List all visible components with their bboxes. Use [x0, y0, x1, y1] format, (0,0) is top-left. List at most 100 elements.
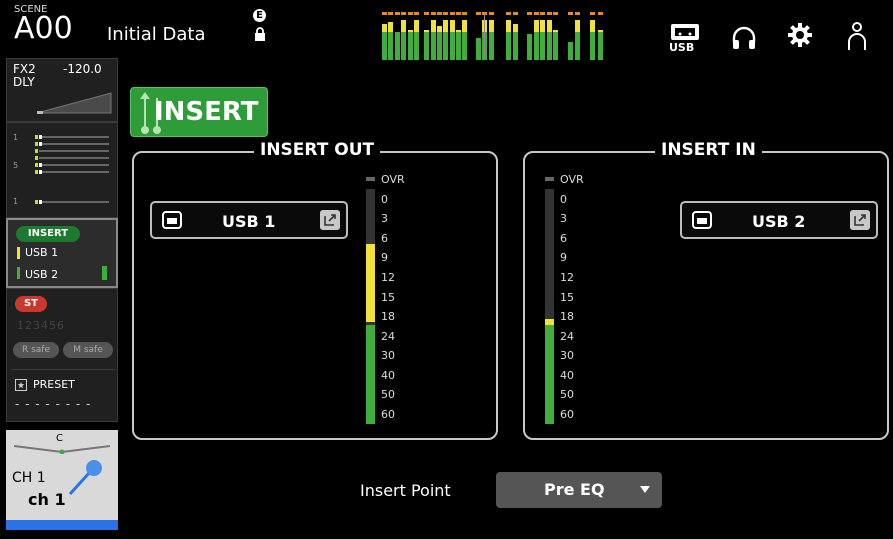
insert-in-meter-scale-label: 18: [560, 310, 574, 324]
insert-in-port-label: USB 2: [25, 268, 59, 281]
header-meter: [534, 12, 539, 60]
insert-in-port-button[interactable]: USB 2: [680, 201, 878, 239]
channel-id: CH 1: [12, 470, 46, 486]
insert-in-meter-green-fill: [545, 325, 554, 424]
insert-button[interactable]: INSERT: [130, 87, 268, 137]
insert-in-port-label: USB 2: [752, 212, 806, 231]
insert-in-meter-scale-label: 60: [560, 408, 574, 421]
insert-out-meter-scale-label: 24: [381, 329, 395, 343]
insert-in-meter-scale-label: 3: [560, 212, 567, 226]
header-meter: [395, 12, 400, 60]
insert-out-meter-ovr-lamp: [366, 177, 375, 181]
pan-graph: [14, 445, 110, 454]
header-meter: [388, 12, 393, 60]
insert-out-meter-scale-label: 0: [381, 192, 388, 206]
external-edit-icon[interactable]: [850, 210, 870, 230]
usb-port-icon: [162, 211, 182, 229]
header-meter: [450, 12, 455, 60]
gear-icon[interactable]: [787, 22, 813, 48]
user-icon[interactable]: [846, 22, 868, 52]
insert-point-value: Pre EQ: [544, 480, 605, 499]
insert-out-meter-scale-label: 18: [381, 310, 395, 324]
insert-out-port-label: USB 1: [25, 246, 59, 259]
insert-point-dropdown[interactable]: Pre EQ: [496, 472, 662, 508]
insert-in-meter-scale-label: 12: [560, 270, 574, 284]
preset-label[interactable]: PRESET: [33, 378, 75, 391]
fx-send-ramp: [37, 92, 112, 114]
header-meter: [462, 12, 467, 60]
bus-send-box[interactable]: 1 5 1: [6, 122, 118, 218]
chevron-down-icon: [640, 486, 650, 493]
usb-icon[interactable]: USB: [666, 22, 704, 52]
insert-out-indicator: [17, 247, 20, 259]
insert-out-meter-scale-label: 12: [381, 270, 395, 284]
divider: [11, 369, 115, 370]
header-meter: [476, 12, 481, 60]
insert-in-meter-scale-label: 50: [560, 388, 574, 402]
header-meter: [424, 12, 429, 60]
insert-out-meter-scale-label: OVR: [381, 173, 405, 186]
channel-name: ch 1: [28, 490, 66, 509]
insert-in-meter-scale-label: 0: [560, 192, 567, 206]
insert-in-title: INSERT IN: [655, 140, 762, 160]
insert-out-meter-scale-label: 60: [381, 408, 395, 421]
header-meter: [553, 12, 558, 60]
insert-point-label: Insert Point: [360, 481, 451, 500]
fx-sub-label: DLY: [13, 75, 35, 89]
insert-out-meter-scale-label: 50: [381, 388, 395, 402]
e-badge-icon: E: [253, 9, 266, 22]
header-meter: [506, 12, 511, 60]
recall-safe-pill[interactable]: R safe: [13, 342, 59, 358]
microphone-icon: [68, 460, 102, 496]
insert-in-meter-scale-label: 30: [560, 349, 574, 363]
insert-status-box[interactable]: INSERT USB 1 USB 2: [6, 218, 118, 288]
insert-out-meter-scale-label: 30: [381, 349, 395, 363]
insert-in-meter-scale-label: 24: [560, 329, 574, 343]
insert-mini-meter: [102, 266, 107, 280]
header-meter: [568, 12, 573, 60]
insert-badge: INSERT: [16, 226, 80, 242]
insert-out-meter-green-fill: [366, 325, 375, 424]
scene-title[interactable]: Initial Data: [107, 24, 206, 45]
insert-out-panel: INSERT OUT USB 1: [132, 140, 498, 440]
header-meter: [598, 12, 603, 60]
header-meter: [575, 12, 580, 60]
insert-out-port-label: USB 1: [222, 212, 276, 231]
insert-in-meter-scale-label: 9: [560, 251, 567, 265]
fx-label: FX2: [13, 62, 36, 76]
stereo-assign-box[interactable]: ST 123456 R safe M safe PRESET - - - - -…: [6, 288, 118, 422]
header-meter: [590, 12, 595, 60]
header-meter: [456, 12, 461, 60]
header-meter: [382, 12, 387, 60]
mute-safe-pill[interactable]: M safe: [63, 342, 113, 358]
lock-icon[interactable]: [254, 27, 266, 41]
header-meter: [540, 12, 545, 60]
insert-in-meter-scale-label: 15: [560, 290, 574, 304]
header-meter: [431, 12, 436, 60]
header-meter: [513, 12, 518, 60]
svg-text:5: 5: [13, 161, 18, 170]
headphones-icon[interactable]: [731, 26, 757, 50]
channel-name-box[interactable]: C CH 1 ch 1: [6, 430, 118, 530]
header-meter: [443, 12, 448, 60]
scene-number[interactable]: A00: [14, 14, 73, 44]
preset-value: - - - - - - - -: [15, 397, 92, 411]
st-badge[interactable]: ST: [15, 296, 47, 312]
external-edit-icon[interactable]: [320, 210, 340, 230]
insert-in-indicator: [17, 267, 20, 279]
header-meter: [408, 12, 413, 60]
insert-out-meter-scale-label: 40: [381, 368, 395, 382]
insert-out-port-button[interactable]: USB 1: [150, 201, 348, 239]
insert-button-label: INSERT: [154, 97, 259, 127]
insert-in-meter-scale-label: 6: [560, 231, 567, 245]
header-meter: [414, 12, 419, 60]
preset-star-icon: [15, 379, 27, 391]
usb-port-icon: [692, 211, 712, 229]
channel-strip: FX2 -120.0 DLY 1 5 1 INSERT USB 1 USB 2 …: [6, 58, 118, 530]
insert-in-meter-ovr-lamp: [545, 177, 554, 181]
insert-out-meter-scale-label: 9: [381, 251, 388, 265]
header-meter: [489, 12, 494, 60]
fx-send-box[interactable]: FX2 -120.0 DLY: [6, 58, 118, 122]
insert-out-meter-scale-label: 3: [381, 212, 388, 226]
fx-send-level: -120.0: [63, 62, 102, 76]
